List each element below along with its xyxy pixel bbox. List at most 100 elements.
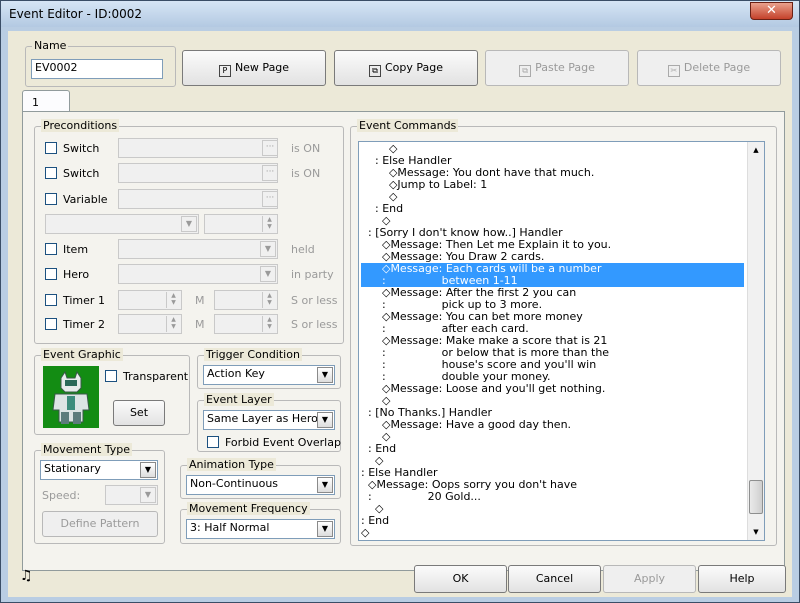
movement-frequency-value: 3: Half Normal — [190, 521, 270, 534]
timer2-label: Timer 2 — [63, 318, 105, 331]
variable-browse-button[interactable]: ··· — [262, 191, 278, 207]
delete-page-button[interactable]: ✂ Delete Page — [637, 50, 781, 86]
timer2-m-label: M — [195, 318, 205, 331]
scroll-up-arrow-icon[interactable]: ▲ — [749, 143, 763, 157]
chevron-down-icon: ▼ — [140, 487, 156, 503]
dialog-client: Name EV0002 P New Page ⧉ Copy Page ⧉ Paste … — [8, 31, 792, 597]
command-line[interactable]: ◇ — [361, 191, 744, 203]
trigger-condition-select[interactable]: Action Key ▼ — [203, 365, 335, 385]
help-button[interactable]: Help — [698, 565, 786, 593]
speed-label: Speed: — [42, 489, 81, 502]
event-editor-window: Event Editor - ID:0002 ✕ Name EV0002 P Ne… — [0, 0, 800, 603]
copy-page-label: Copy Page — [384, 61, 444, 74]
hero-select[interactable]: ▼ — [118, 264, 278, 284]
event-layer-select[interactable]: Same Layer as Hero ▼ — [203, 410, 335, 430]
command-line[interactable]: : End — [361, 443, 744, 455]
switch1-checkbox[interactable] — [45, 142, 57, 154]
item-label: Item — [63, 243, 89, 256]
delete-page-label: Delete Page — [683, 61, 751, 74]
command-line[interactable]: : End — [361, 515, 744, 527]
trigger-condition-label: Trigger Condition — [204, 348, 302, 361]
cancel-button[interactable]: Cancel — [508, 565, 601, 593]
event-sprite-preview[interactable] — [43, 366, 99, 428]
timer2-minutes-spinner[interactable]: ▲ ▼ — [118, 314, 182, 334]
command-line[interactable]: ◇ — [361, 431, 744, 443]
command-line[interactable]: ◇ — [361, 527, 744, 539]
hero-checkbox[interactable] — [45, 268, 57, 280]
switch2-browse-button[interactable]: ··· — [262, 165, 278, 181]
forbid-overlap-label: Forbid Event Overlap — [225, 436, 341, 449]
event-graphic-group: Event Graphic Transparent Set — [34, 348, 190, 435]
name-input[interactable]: EV0002 — [31, 59, 163, 79]
switch2-field[interactable] — [118, 163, 278, 183]
speed-select[interactable]: ▼ — [105, 485, 158, 505]
ok-button[interactable]: OK — [414, 565, 507, 593]
switch1-is-on-label: is ON — [291, 142, 321, 155]
spinner-arrows-icon: ▲ ▼ — [262, 216, 276, 232]
switch2-label: Switch — [63, 167, 100, 180]
event-commands-list[interactable]: ◇ : Else Handler ◇Message: You dont have… — [358, 141, 765, 541]
close-button[interactable]: ✕ — [750, 2, 793, 20]
variable-compare-select[interactable]: ▼ — [45, 214, 199, 234]
music-icon[interactable]: ♫ — [20, 568, 33, 584]
item-checkbox[interactable] — [45, 243, 57, 255]
switch1-browse-button[interactable]: ··· — [262, 140, 278, 156]
timer1-label: Timer 1 — [63, 294, 105, 307]
forbid-overlap-checkbox[interactable] — [207, 436, 219, 448]
define-pattern-button[interactable]: Define Pattern — [42, 511, 158, 537]
spinner-arrows-icon: ▲ ▼ — [166, 292, 180, 308]
trigger-condition-group: Trigger Condition Action Key ▼ — [197, 348, 341, 389]
timer2-seconds-spinner[interactable]: ▲ ▼ — [214, 314, 278, 334]
command-line[interactable]: : End — [361, 203, 744, 215]
command-line[interactable]: ◇Message: Have a good day then. — [361, 419, 744, 431]
copy-page-button[interactable]: ⧉ Copy Page — [334, 50, 478, 86]
timer1-seconds-spinner[interactable]: ▲ ▼ — [214, 290, 278, 310]
timer1-minutes-spinner[interactable]: ▲ ▼ — [118, 290, 182, 310]
new-page-button[interactable]: P New Page — [182, 50, 326, 86]
switch2-checkbox[interactable] — [45, 167, 57, 179]
chevron-down-icon: ▼ — [317, 412, 333, 428]
set-graphic-button[interactable]: Set — [113, 400, 165, 426]
timer1-checkbox[interactable] — [45, 294, 57, 306]
timer1-s-or-less-label: S or less — [291, 294, 338, 307]
movement-frequency-select[interactable]: 3: Half Normal ▼ — [186, 519, 335, 539]
switch1-label: Switch — [63, 142, 100, 155]
apply-button[interactable]: Apply — [603, 565, 696, 593]
title-bar[interactable]: Event Editor - ID:0002 ✕ — [1, 1, 799, 27]
paste-page-button[interactable]: ⧉ Paste Page — [485, 50, 629, 86]
paste-page-icon: ⧉ — [519, 65, 532, 77]
chevron-down-icon: ▼ — [317, 521, 333, 537]
movement-frequency-label: Movement Frequency — [187, 502, 310, 515]
tab-page-1[interactable]: 1 — [22, 90, 70, 112]
animation-type-value: Non-Continuous — [190, 477, 279, 490]
hero-sprite-icon — [52, 370, 90, 424]
command-line[interactable]: : 20 Gold... — [361, 491, 744, 503]
variable-checkbox[interactable] — [45, 193, 57, 205]
variable-value-spinner[interactable]: ▲ ▼ — [204, 214, 278, 234]
command-line[interactable]: ◇Jump to Label: 1 — [361, 179, 744, 191]
item-select[interactable]: ▼ — [118, 239, 278, 259]
commands-scrollbar[interactable]: ▲ ▼ — [747, 142, 764, 540]
switch2-is-on-label: is ON — [291, 167, 321, 180]
name-group: Name EV0002 — [25, 39, 176, 87]
movement-type-select[interactable]: Stationary ▼ — [40, 460, 158, 480]
command-line[interactable]: ◇Message: Loose and you'll get nothing. — [361, 383, 744, 395]
animation-type-label: Animation Type — [187, 458, 276, 471]
scroll-thumb[interactable] — [749, 480, 763, 514]
command-line[interactable]: ◇ — [361, 503, 744, 515]
variable-field[interactable] — [118, 189, 278, 209]
spinner-arrows-icon: ▲ ▼ — [262, 316, 276, 332]
spinner-arrows-icon: ▲ ▼ — [166, 316, 180, 332]
chevron-down-icon: ▼ — [260, 266, 276, 282]
scroll-down-arrow-icon[interactable]: ▼ — [749, 525, 763, 539]
transparent-checkbox[interactable] — [105, 370, 117, 382]
spinner-arrows-icon: ▲ ▼ — [262, 292, 276, 308]
movement-type-label: Movement Type — [41, 443, 133, 456]
chevron-down-icon: ▼ — [140, 462, 156, 478]
switch1-field[interactable] — [118, 138, 278, 158]
event-layer-value: Same Layer as Hero — [207, 412, 318, 425]
timer1-m-label: M — [195, 294, 205, 307]
animation-type-select[interactable]: Non-Continuous ▼ — [186, 475, 335, 495]
movement-type-group: Movement Type Stationary ▼ Speed: ▼ Defin… — [34, 443, 165, 544]
timer2-checkbox[interactable] — [45, 318, 57, 330]
